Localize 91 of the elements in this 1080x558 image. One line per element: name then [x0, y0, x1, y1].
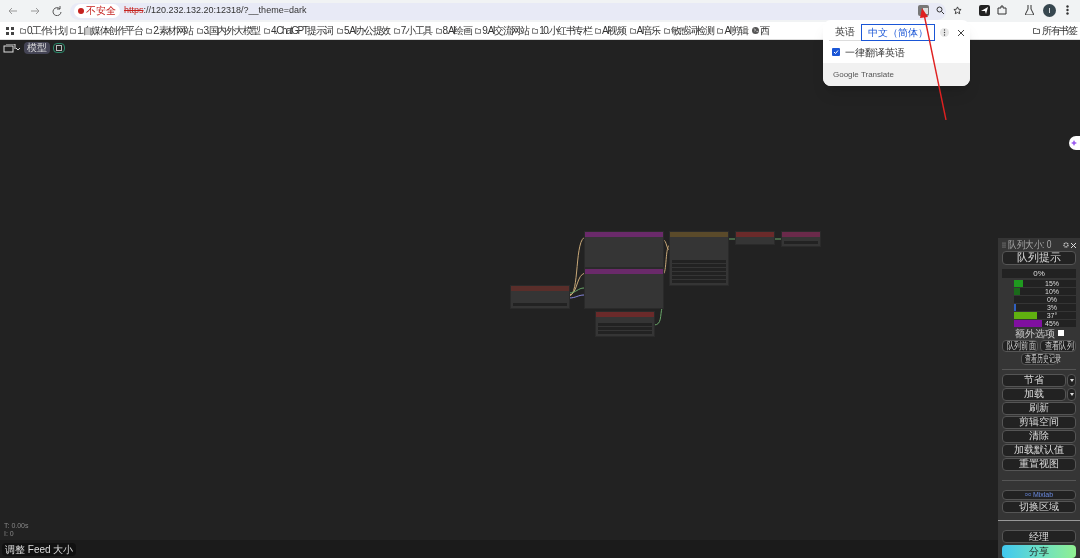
- close-icon[interactable]: [958, 29, 964, 36]
- footer-text: Google Translate: [833, 68, 894, 81]
- folder-icon: [393, 27, 400, 34]
- flask-icon[interactable]: [1025, 5, 1034, 15]
- folder-icon: [629, 27, 636, 34]
- panel-button[interactable]: 节省: [1002, 373, 1066, 387]
- panel-button[interactable]: 加载: [1002, 387, 1066, 401]
- caret-icon: [1069, 392, 1074, 396]
- graph-node[interactable]: [781, 231, 821, 247]
- panel-button[interactable]: 刷新: [1002, 401, 1076, 415]
- folder-icon: [70, 27, 77, 34]
- switch-area-button[interactable]: 切换区域: [1002, 500, 1076, 514]
- url-text: https://120.232.132.20:12318/?__theme=dark: [124, 4, 307, 18]
- folder-icon: [20, 27, 26, 34]
- folder-icon: [146, 27, 153, 34]
- image-icon: [56, 45, 62, 51]
- panel-button[interactable]: 剪辑空间: [1002, 415, 1076, 429]
- settings-icon[interactable]: [1063, 242, 1069, 248]
- progress-text: 0%: [1033, 268, 1045, 278]
- connection-line: [727, 238, 737, 240]
- dropdown-button[interactable]: [1067, 387, 1076, 401]
- checkbox[interactable]: [1057, 330, 1064, 337]
- folder-icon: [1033, 27, 1040, 34]
- bookmark-item[interactable]: 5.AI办公提效: [336, 24, 390, 37]
- folder-icon: [336, 27, 343, 34]
- graph-node[interactable]: [595, 311, 655, 337]
- bookmark-item[interactable]: AI音乐: [629, 24, 660, 37]
- folder-icon: [263, 27, 270, 34]
- bookmark-item[interactable]: 1.自媒体创作平台: [70, 24, 143, 37]
- models-button[interactable]: 模型: [24, 42, 50, 54]
- manager-button[interactable]: 经理: [1002, 530, 1076, 544]
- connection-line: [773, 238, 783, 240]
- share-button[interactable]: 分享: [1002, 545, 1076, 558]
- reload-icon[interactable]: [52, 6, 62, 16]
- workflow-icon[interactable]: [3, 43, 21, 53]
- sparkle-icon[interactable]: [1069, 136, 1080, 150]
- caret-icon: [1069, 378, 1074, 382]
- image-button[interactable]: [53, 43, 65, 53]
- bookmark-item[interactable]: 所有书签: [1033, 24, 1076, 37]
- bookmark-item[interactable]: 4.ChatGPT提示词: [263, 24, 333, 37]
- language-tab[interactable]: 英语: [829, 24, 861, 41]
- extensions-icon[interactable]: [997, 5, 1007, 15]
- security-chip[interactable]: 不安全: [74, 4, 120, 18]
- dropdown-button[interactable]: [1067, 373, 1076, 387]
- more-icon[interactable]: [940, 28, 949, 37]
- queue-size-label: 队列大小: 0: [1008, 240, 1052, 250]
- graph-node[interactable]: [669, 231, 729, 286]
- language-tab[interactable]: 中文（简体）: [861, 24, 935, 41]
- address-bar[interactable]: 不安全 https://120.232.132.20:12318/?__theme=dark: [70, 2, 946, 20]
- menu-icon[interactable]: [1066, 5, 1069, 15]
- bookmark-item[interactable]: 3.国内外大模型: [196, 24, 260, 37]
- bookmark-item[interactable]: 7.小工具: [393, 24, 432, 37]
- send-icon[interactable]: [979, 5, 990, 16]
- apps-icon[interactable]: [6, 26, 14, 35]
- panel-button[interactable]: 加载默认值: [1002, 443, 1076, 457]
- folder-icon: [435, 27, 442, 34]
- queue-action-button[interactable]: 队列前面: [1002, 339, 1038, 352]
- bookmark-item[interactable]: 0.工作计划: [20, 24, 67, 37]
- infinity-icon: [1024, 493, 1031, 497]
- bookmark-item[interactable]: 9.AI交流网站: [475, 24, 529, 37]
- graph-node[interactable]: [510, 285, 570, 309]
- queue-prompt-button[interactable]: 队列提示: [1002, 251, 1076, 265]
- bookmark-item[interactable]: 敏感词检测: [663, 24, 714, 37]
- forward-icon[interactable]: [30, 6, 40, 16]
- bookmark-item[interactable]: AI剪辑: [717, 24, 748, 37]
- star-icon[interactable]: [953, 6, 962, 15]
- graph-node[interactable]: [735, 231, 775, 245]
- panel-button[interactable]: 清除: [1002, 429, 1076, 443]
- panel-button[interactable]: 重置视图: [1002, 457, 1076, 471]
- graph-node[interactable]: [584, 231, 664, 268]
- folder-icon: [532, 27, 539, 34]
- back-icon[interactable]: [8, 6, 18, 16]
- queue-action-button[interactable]: 查看队列: [1040, 339, 1076, 352]
- bookmark-item[interactable]: 西: [751, 24, 769, 37]
- feed-size-button[interactable]: 调整 Feed 大小: [2, 543, 77, 556]
- connection-line: [653, 307, 663, 326]
- bookmark-item[interactable]: 2.素材网站: [146, 24, 193, 37]
- extra-options-label: 额外选项: [1014, 327, 1055, 339]
- graph-node[interactable]: [584, 268, 664, 309]
- folder-icon: [663, 27, 670, 34]
- zoom-icon[interactable]: [936, 6, 945, 15]
- always-translate-label: 一律翻译英语: [845, 45, 905, 60]
- bookmark-item[interactable]: 10.小红书专栏: [532, 24, 592, 37]
- folder-icon: [196, 27, 203, 34]
- folder-icon: [595, 27, 602, 34]
- globe-icon: [751, 27, 759, 34]
- bookmark-item[interactable]: AI视频: [595, 24, 626, 37]
- folder-icon: [717, 27, 724, 34]
- folder-icon: [475, 27, 482, 34]
- bookmark-item[interactable]: 8.AI绘画: [435, 24, 472, 37]
- checkbox[interactable]: [832, 48, 840, 56]
